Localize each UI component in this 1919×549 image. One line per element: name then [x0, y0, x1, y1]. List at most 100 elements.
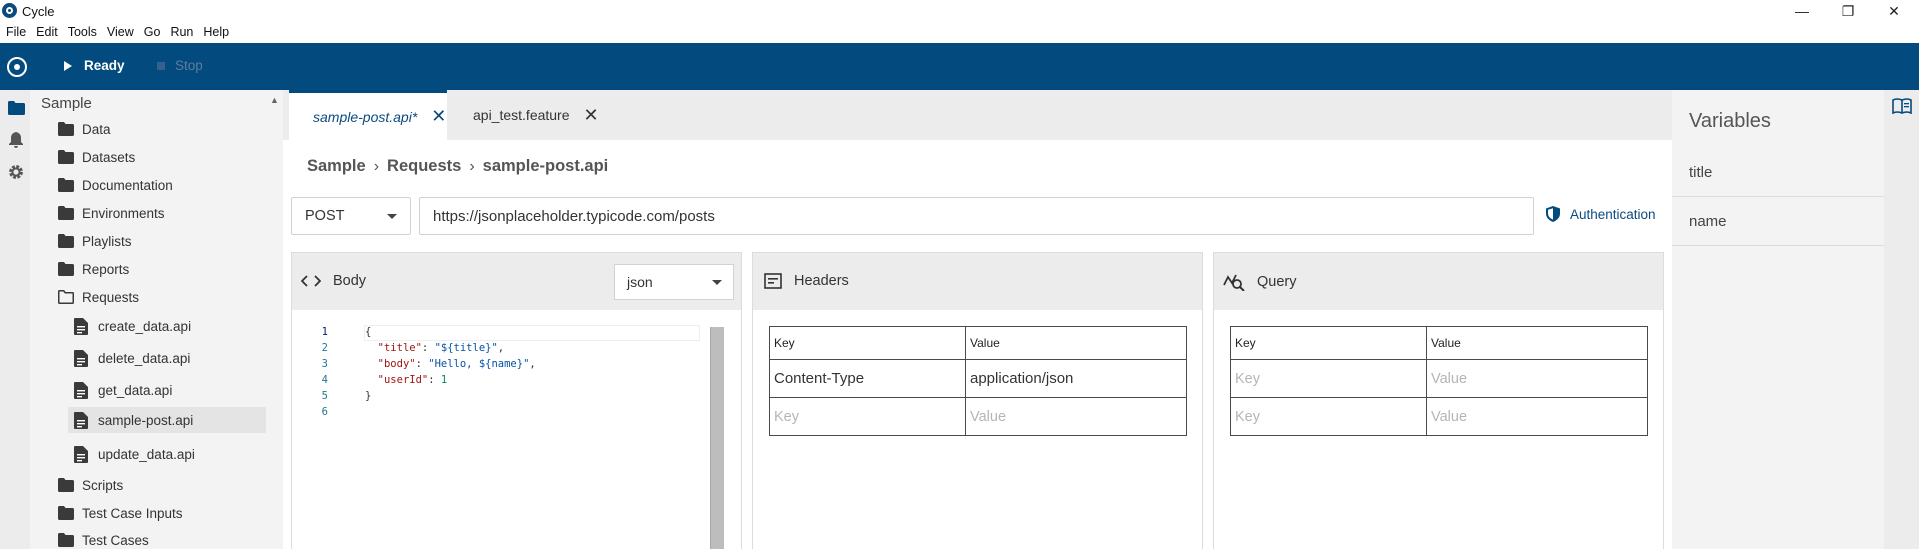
- chevron-down-icon: [712, 280, 722, 285]
- tree-folder-scripts[interactable]: Scripts: [58, 472, 123, 498]
- tree-folder-playlists[interactable]: Playlists: [58, 228, 132, 254]
- menu-run[interactable]: Run: [170, 25, 193, 39]
- header-key-input[interactable]: Key: [769, 397, 966, 436]
- tree-item-label: Scripts: [82, 477, 124, 493]
- header-value-cell[interactable]: application/json: [965, 359, 1187, 398]
- restore-button[interactable]: ❐: [1825, 0, 1871, 22]
- tree-file-get-data[interactable]: get_data.api: [74, 377, 172, 403]
- chevron-down-icon: [387, 214, 397, 219]
- tree-folder-requests[interactable]: Requests: [58, 284, 139, 310]
- shield-icon: [1546, 206, 1560, 222]
- chevron-right-icon: ›: [469, 157, 475, 175]
- window-title: Cycle: [22, 4, 55, 19]
- method-select[interactable]: POST: [291, 197, 411, 235]
- tree-item-label: Data: [82, 121, 111, 137]
- table-row: Key Value: [1230, 397, 1648, 436]
- folder-icon: [58, 178, 74, 192]
- stop-icon: [157, 61, 165, 70]
- tree-item-label: get_data.api: [98, 382, 173, 398]
- body-format-select[interactable]: json: [614, 264, 734, 300]
- tree-folder-documentation[interactable]: Documentation: [58, 172, 173, 198]
- tree-folder-data[interactable]: Data: [58, 116, 111, 142]
- query-panel-header: Query: [1214, 253, 1663, 310]
- authentication-button[interactable]: Authentication: [1546, 206, 1656, 222]
- folder-icon: [58, 533, 74, 547]
- tree-folder-reports[interactable]: Reports: [58, 256, 129, 282]
- file-icon: [74, 349, 88, 367]
- folder-icon: [58, 234, 74, 248]
- close-window-button[interactable]: ✕: [1871, 0, 1917, 22]
- tree-file-sample-post[interactable]: sample-post.api: [68, 407, 266, 433]
- editor-tab-bar: sample-post.api* ✕ api_test.feature ✕: [283, 90, 1672, 140]
- breadcrumb-item[interactable]: Requests: [387, 157, 461, 176]
- url-input[interactable]: https://jsonplaceholder.typicode.com/pos…: [419, 197, 1534, 235]
- tree-folder-environments[interactable]: Environments: [58, 200, 165, 226]
- tree-file-update-data[interactable]: update_data.api: [74, 441, 195, 467]
- breadcrumb-item[interactable]: Sample: [307, 157, 366, 176]
- book-icon[interactable]: [1892, 98, 1912, 117]
- folder-icon[interactable]: [6, 98, 26, 118]
- menu-view[interactable]: View: [107, 25, 134, 39]
- toolbar: Ready Stop: [0, 43, 1919, 90]
- gear-icon[interactable]: [6, 162, 26, 182]
- header-key-cell[interactable]: Content-Type: [769, 359, 966, 398]
- folder-icon: [58, 262, 74, 276]
- close-icon[interactable]: ✕: [431, 106, 446, 127]
- query-key-input[interactable]: Key: [1230, 359, 1427, 398]
- run-button[interactable]: Ready: [64, 58, 125, 73]
- query-panel: Query Key Value Key Value Key Value: [1213, 252, 1664, 549]
- minimize-button[interactable]: —: [1779, 0, 1825, 22]
- file-icon: [74, 317, 88, 335]
- query-value-input[interactable]: Value: [1426, 359, 1648, 398]
- code-line: }: [365, 390, 372, 402]
- query-key-input[interactable]: Key: [1230, 397, 1427, 436]
- authentication-label: Authentication: [1570, 206, 1656, 222]
- variables-panel: Variables title name: [1672, 90, 1884, 549]
- code-scrollbar[interactable]: [710, 327, 724, 549]
- table-row: Key Value: [769, 397, 1187, 436]
- body-format-value: json: [627, 274, 653, 290]
- menu-help[interactable]: Help: [203, 25, 229, 39]
- column-header-key: Key: [1230, 326, 1427, 360]
- file-explorer: Sample ▲ Data Datasets Documentation Env…: [30, 90, 283, 549]
- folder-icon: [58, 206, 74, 220]
- header-value-input[interactable]: Value: [965, 397, 1187, 436]
- body-panel: Body json 1 2 3 4 5 6 { "title": "${titl…: [291, 252, 742, 549]
- play-icon: [64, 60, 72, 71]
- headers-table: Key Value Content-Type application/json …: [769, 326, 1187, 436]
- tab-sample-post[interactable]: sample-post.api* ✕: [289, 90, 447, 140]
- headers-title-label: Headers: [794, 273, 849, 289]
- code-line: "userId": 1: [377, 374, 448, 386]
- headers-panel-header: Headers: [753, 253, 1202, 310]
- body-panel-header: Body json: [292, 253, 741, 310]
- explorer-root[interactable]: Sample: [41, 95, 92, 112]
- menu-file[interactable]: File: [6, 25, 26, 39]
- activity-rail: [0, 90, 30, 549]
- stop-label: Stop: [175, 58, 203, 73]
- tree-file-create-data[interactable]: create_data.api: [74, 313, 191, 339]
- query-value-input[interactable]: Value: [1426, 397, 1648, 436]
- query-table: Key Value Key Value Key Value: [1230, 326, 1648, 436]
- variable-item-title[interactable]: title: [1672, 148, 1884, 197]
- tree-folder-test-case-inputs[interactable]: Test Case Inputs: [58, 500, 183, 526]
- table-row: Key Value: [1230, 359, 1648, 398]
- breadcrumb: Sample › Requests › sample-post.api: [307, 157, 608, 176]
- menu-tools[interactable]: Tools: [68, 25, 97, 39]
- tree-file-delete-data[interactable]: delete_data.api: [74, 345, 190, 371]
- menu-go[interactable]: Go: [144, 25, 161, 39]
- line-number: 5: [321, 390, 328, 402]
- tree-item-label: sample-post.api: [98, 412, 194, 428]
- variable-item-name[interactable]: name: [1672, 197, 1884, 246]
- tree-folder-test-cases[interactable]: Test Cases: [58, 527, 149, 549]
- query-title-label: Query: [1257, 274, 1297, 290]
- body-code-editor[interactable]: { "title": "${title}", "body": "Hello, $…: [365, 326, 536, 422]
- scroll-up-icon[interactable]: ▲: [270, 95, 279, 105]
- tab-api-test-feature[interactable]: api_test.feature ✕: [449, 90, 599, 140]
- close-icon[interactable]: ✕: [584, 105, 599, 126]
- menu-edit[interactable]: Edit: [36, 25, 58, 39]
- file-icon: [74, 411, 88, 429]
- tree-folder-datasets[interactable]: Datasets: [58, 144, 135, 170]
- stop-button[interactable]: Stop: [157, 58, 203, 73]
- right-rail: [1884, 90, 1919, 549]
- bell-icon[interactable]: [6, 130, 26, 150]
